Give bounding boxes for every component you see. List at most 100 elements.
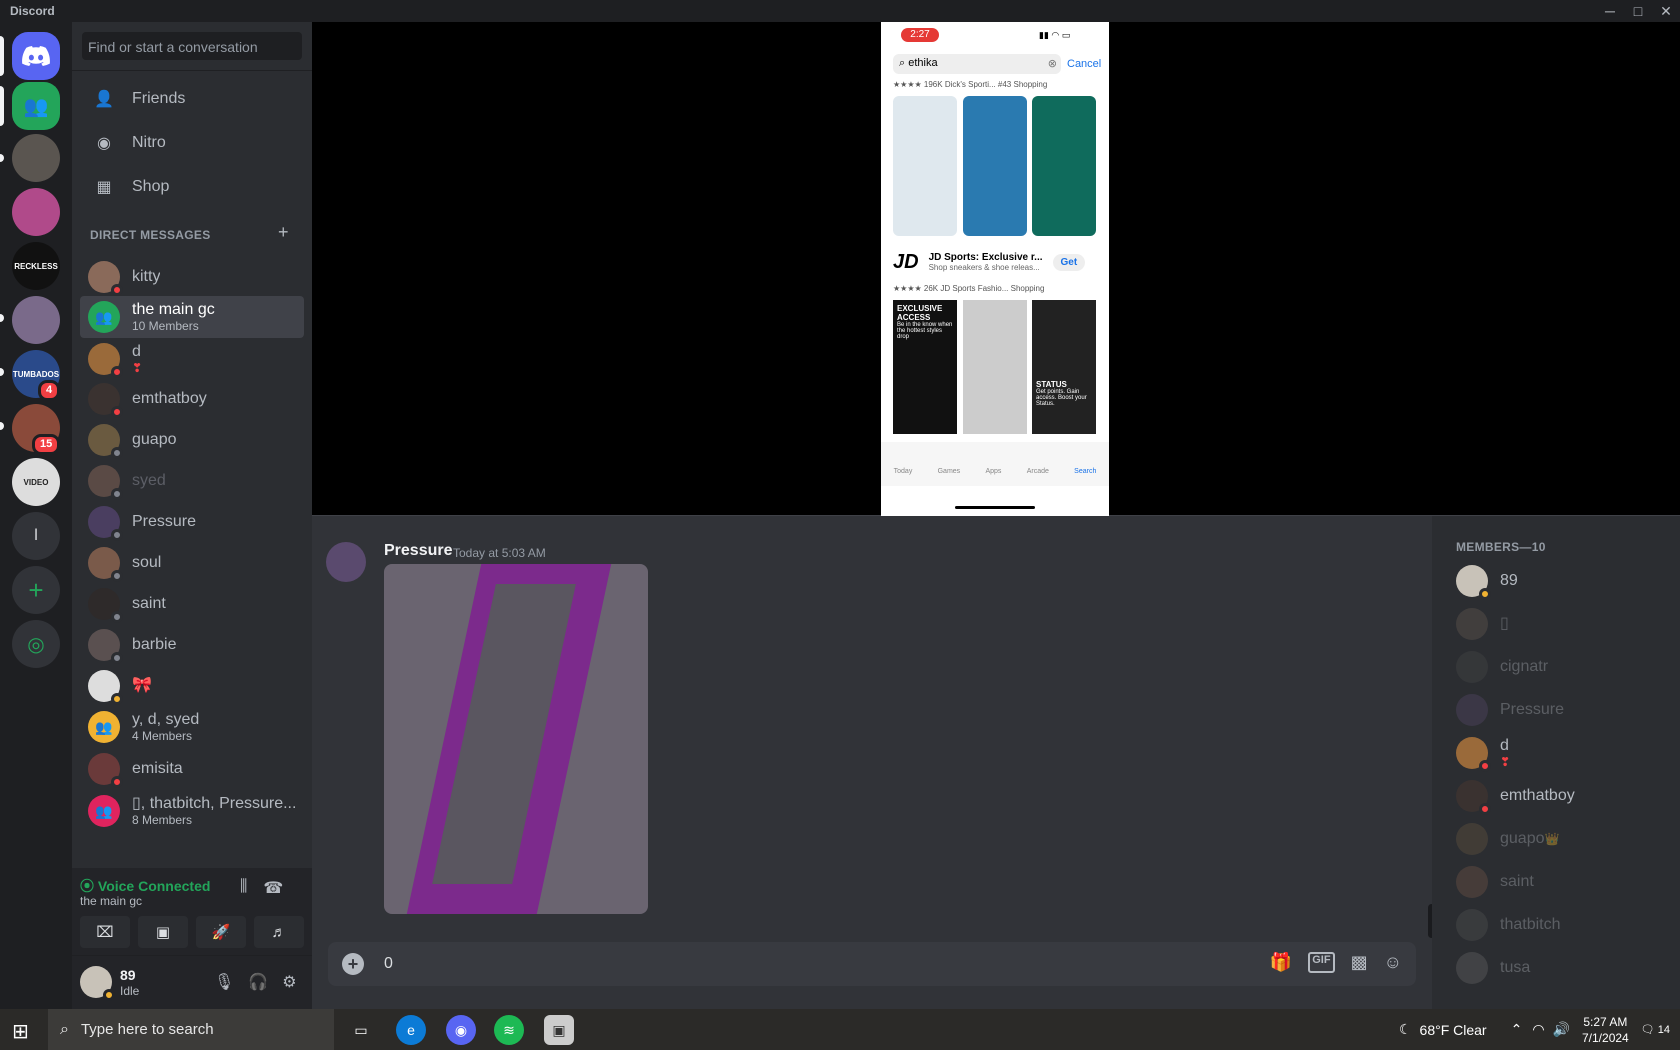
nav-friends[interactable]: 👤 Friends <box>80 78 304 120</box>
server-icon[interactable] <box>12 188 60 236</box>
windows-start-icon[interactable]: ⊞ <box>12 1019 29 1044</box>
wifi-icon[interactable]: ◠ <box>1532 1021 1544 1038</box>
member-item[interactable]: emthatboy <box>1456 775 1575 817</box>
member-item[interactable]: Pressure <box>1456 689 1564 731</box>
member-name: cignatr <box>1500 658 1549 675</box>
avatar <box>1456 694 1488 726</box>
group-icon: 👥 <box>95 802 113 819</box>
avatar: 👥 <box>88 301 120 333</box>
server-icon[interactable]: VIDEO <box>12 458 60 506</box>
minimize-button[interactable]: ─ <box>1596 3 1624 20</box>
headphones-icon[interactable]: 🎧 <box>248 972 268 992</box>
message-input[interactable]: 0 <box>384 955 393 973</box>
app-icon[interactable]: ▣ <box>544 1015 574 1045</box>
server-icon[interactable]: l <box>12 512 60 560</box>
server-list: 👥 RECKLESS TUMBADOS 4 15 VIDEO l + ◎ <box>0 22 72 1009</box>
member-item[interactable]: d ❣ <box>1456 732 1510 774</box>
soundboard-button[interactable]: ♬ <box>254 916 304 948</box>
avatar <box>1456 866 1488 898</box>
jd-app-row: JD JD Sports: Exclusive r... Shop sneaker… <box>881 248 1109 276</box>
settings-gear-icon[interactable]: ⚙ <box>282 972 296 992</box>
member-subtext: ❣ <box>1500 755 1511 769</box>
voice-status: ⦿ Voice Connected <box>80 878 211 894</box>
member-name: ▯ <box>1500 615 1509 632</box>
avatar[interactable] <box>80 966 115 1001</box>
nav-nitro[interactable]: ◉ Nitro <box>80 122 304 164</box>
dm-item[interactable]: kitty <box>80 256 304 298</box>
message-composer[interactable]: + 0 🎁 GIF ▩ ☺ <box>328 942 1416 986</box>
weather[interactable]: 68°F Clear <box>1420 1022 1487 1038</box>
close-button[interactable]: ✕ <box>1652 3 1680 20</box>
member-item[interactable]: saint <box>1456 861 1534 903</box>
server-icon[interactable] <box>12 134 60 182</box>
volume-icon[interactable]: 🔊 <box>1553 1021 1570 1038</box>
task-view-icon[interactable]: ▭ <box>346 1015 376 1045</box>
dm-item[interactable]: barbie <box>80 624 304 666</box>
search-input[interactable]: Find or start a conversation <box>82 32 302 60</box>
screen-share-button[interactable]: ▣ <box>138 916 188 948</box>
taskbar-search[interactable]: ⌕ Type here to search <box>48 1009 334 1050</box>
edge-icon[interactable]: e <box>396 1015 426 1045</box>
member-item[interactable]: thatbitch <box>1456 904 1560 946</box>
dm-item[interactable]: syed <box>80 460 304 502</box>
server-icon[interactable] <box>12 296 60 344</box>
avatar[interactable] <box>326 542 366 582</box>
explore-servers-icon[interactable]: ◎ <box>12 620 60 668</box>
add-server-button[interactable]: + <box>12 566 60 614</box>
dm-item[interactable]: emthatboy <box>80 378 304 420</box>
noise-suppression-icon[interactable]: ⫼ <box>240 878 247 898</box>
avatar <box>88 424 123 459</box>
member-item[interactable]: guapo👑 <box>1456 818 1559 860</box>
dm-item[interactable]: saint <box>80 583 304 625</box>
attach-plus-button[interactable]: + <box>342 953 364 975</box>
member-item[interactable]: cignatr <box>1456 646 1548 688</box>
clock[interactable]: 5:27 AM 7/1/2024 <box>1582 1014 1629 1046</box>
mention-badge: 4 <box>38 380 61 401</box>
camera-off-button[interactable]: ⌧ <box>80 916 130 948</box>
dm-group-icon[interactable]: 👥 <box>12 82 60 130</box>
dm-sidebar: Find or start a conversation 👤 Friends ◉ N… <box>72 22 312 1009</box>
server-icon[interactable]: RECKLESS <box>12 242 60 290</box>
maximize-button[interactable]: □ <box>1624 3 1652 20</box>
dm-item[interactable]: soul <box>80 542 304 584</box>
spotify-icon[interactable]: ≋ <box>494 1015 524 1045</box>
status-offline-icon <box>111 488 123 500</box>
user-panel: 89 Idle 🎙 🎧 ⚙ <box>72 956 312 1009</box>
member-item[interactable]: ▯ <box>1456 603 1509 645</box>
dm-item[interactable]: 👥 ▯, thatbitch, Pressure... 8 Members <box>80 790 304 832</box>
dm-item[interactable]: 👥 y, d, syed 4 Members <box>80 706 304 748</box>
avatar <box>88 506 123 541</box>
tray-chevron-icon[interactable]: ⌃ <box>1511 1021 1523 1038</box>
dm-name: y, d, syed <box>132 711 200 728</box>
dm-item[interactable]: Pressure <box>80 501 304 543</box>
create-dm-button[interactable]: + <box>278 222 289 243</box>
voice-channel[interactable]: the main gc <box>80 894 142 908</box>
microphone-icon[interactable]: 🎙 <box>214 972 234 992</box>
disconnect-icon[interactable]: ☎ <box>263 878 283 898</box>
nav-shop[interactable]: ▦ Shop <box>80 166 304 208</box>
member-item[interactable]: 89 <box>1456 560 1518 602</box>
home-button[interactable] <box>12 32 60 80</box>
member-name: thatbitch <box>1500 916 1561 933</box>
dm-name: the main gc <box>132 301 215 318</box>
status-offline-icon <box>111 570 123 582</box>
dm-item[interactable]: 👥 the main gc 10 Members <box>80 296 304 338</box>
gif-icon[interactable]: GIF <box>1308 952 1335 973</box>
dm-item[interactable]: guapo <box>80 419 304 461</box>
dm-item[interactable]: d ❣ <box>80 338 304 380</box>
image-attachment[interactable] <box>384 564 648 914</box>
dm-item[interactable]: 🎀 <box>80 665 304 707</box>
message-author[interactable]: Pressure <box>384 542 453 560</box>
member-name: guapo👑 <box>1500 830 1560 847</box>
activities-button[interactable]: 🚀 <box>196 916 246 948</box>
notification-icon[interactable]: 🗨 14 <box>1641 1023 1670 1036</box>
dm-item[interactable]: emisita <box>80 748 304 790</box>
gift-icon[interactable]: 🎁 <box>1270 952 1292 973</box>
emoji-icon[interactable]: ☺ <box>1384 952 1402 973</box>
app-screenshot: STATUS Get points. Gain access. Boost you… <box>1032 300 1096 434</box>
sticker-icon[interactable]: ▩ <box>1351 952 1368 973</box>
discord-taskbar-icon[interactable]: ◉ <box>446 1015 476 1045</box>
member-item[interactable]: tusa <box>1456 947 1530 989</box>
search-icon: ⌕ <box>60 1020 69 1038</box>
status-dnd-icon <box>1479 760 1491 772</box>
